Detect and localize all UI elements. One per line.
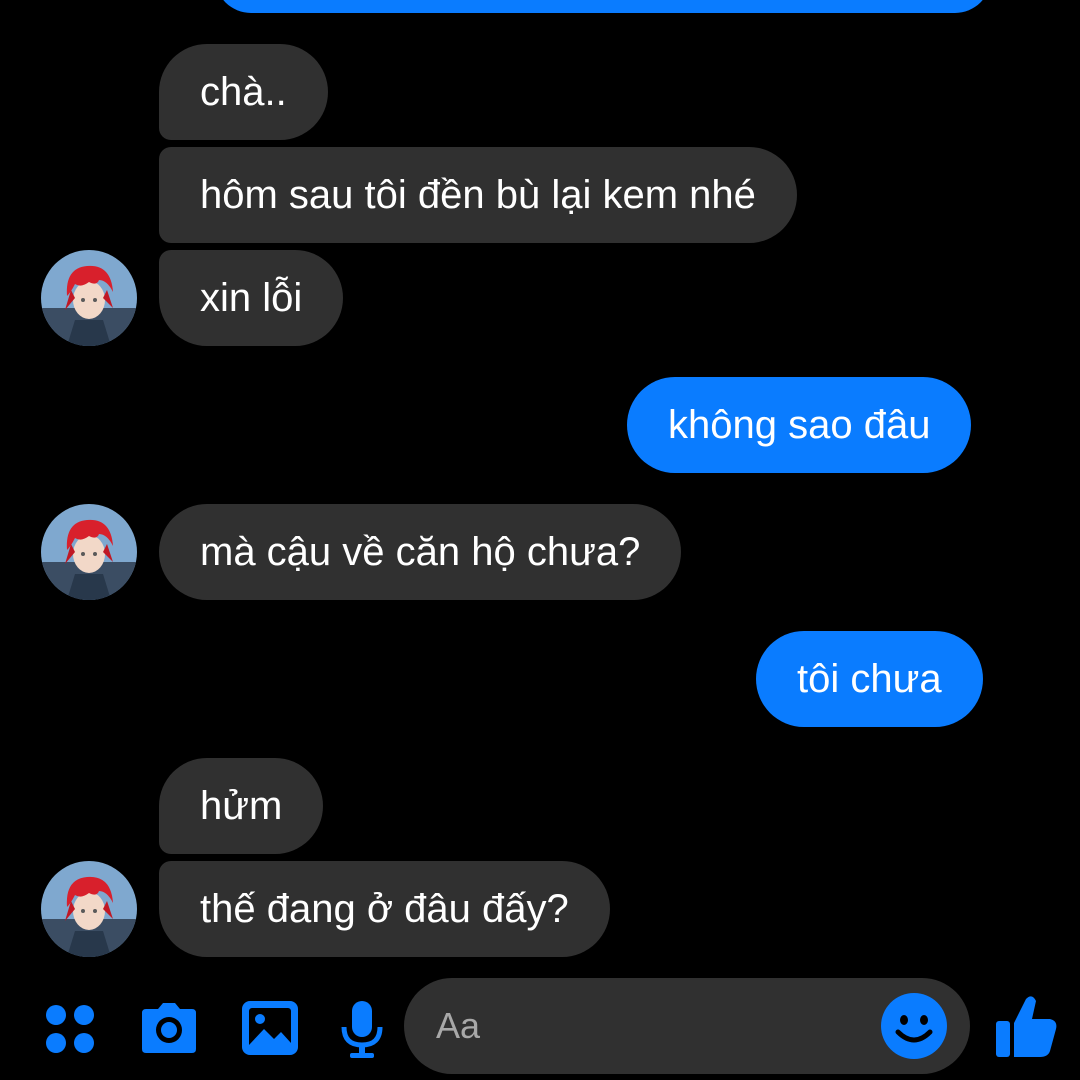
microphone-icon[interactable] <box>330 997 394 1061</box>
message-bubble-incoming[interactable]: thế đang ở đâu đấy? <box>159 861 610 957</box>
message-bubble-incoming[interactable]: hôm sau tôi đền bù lại kem nhé <box>159 147 797 243</box>
message-text: không sao đâu <box>668 402 931 447</box>
message-text: tôi chưa <box>797 656 942 701</box>
grid-menu-icon[interactable] <box>38 997 102 1061</box>
contact-avatar[interactable] <box>41 250 137 346</box>
camera-icon[interactable] <box>136 997 200 1061</box>
thumbs-up-icon[interactable] <box>992 991 1062 1061</box>
message-text: chà.. <box>200 69 287 114</box>
composer-bar: Aa <box>0 975 1080 1080</box>
contact-avatar[interactable] <box>41 861 137 957</box>
message-bubble-outgoing[interactable] <box>215 0 991 13</box>
message-bubble-outgoing[interactable]: tôi chưa <box>756 631 983 727</box>
message-text: xin lỗi <box>200 275 303 320</box>
message-input[interactable]: Aa <box>404 978 970 1074</box>
message-text: thế đang ở đâu đấy? <box>200 886 569 931</box>
message-bubble-incoming[interactable]: hửm <box>159 758 324 854</box>
image-icon[interactable] <box>238 997 302 1061</box>
emoji-icon[interactable] <box>880 992 948 1060</box>
contact-avatar[interactable] <box>41 504 137 600</box>
message-bubble-incoming[interactable]: mà cậu về căn hộ chưa? <box>159 504 682 600</box>
message-text: hửm <box>200 783 283 828</box>
message-text: mà cậu về căn hộ chưa? <box>200 529 641 574</box>
avatar-image <box>41 861 137 957</box>
message-bubble-incoming[interactable]: xin lỗi <box>159 250 344 346</box>
avatar-image <box>41 250 137 346</box>
avatar-image <box>41 504 137 600</box>
message-bubble-incoming[interactable]: chà.. <box>159 44 328 140</box>
message-input-placeholder: Aa <box>436 1005 481 1046</box>
message-bubble-outgoing[interactable]: không sao đâu <box>627 377 972 473</box>
message-text: hôm sau tôi đền bù lại kem nhé <box>200 172 756 217</box>
